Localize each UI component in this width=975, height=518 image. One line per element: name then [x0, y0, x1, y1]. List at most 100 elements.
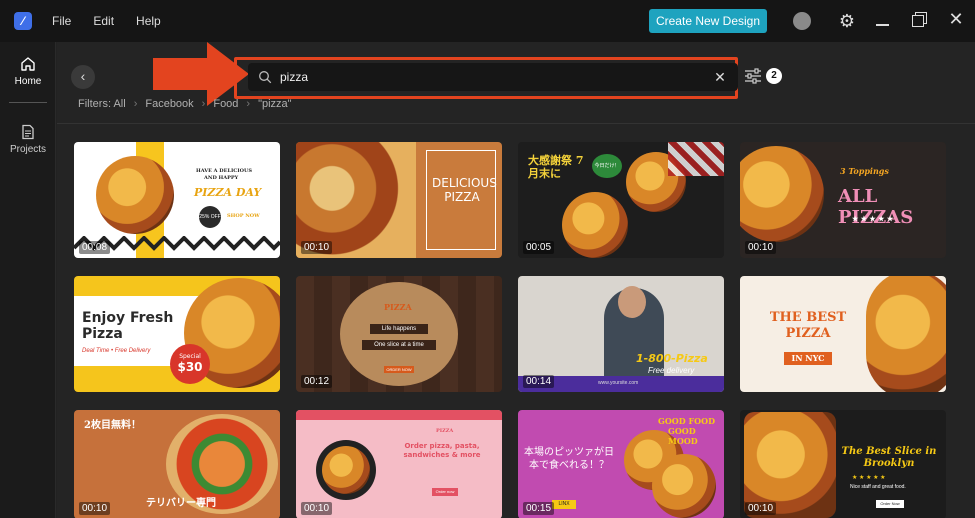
- template-card[interactable]: 3 Toppings ALL PIZZAS ★ ★ ★ ★ ★ 00:10: [740, 142, 946, 258]
- breadcrumb-filters[interactable]: Filters: All: [78, 98, 126, 110]
- duration-label: 00:08: [79, 241, 111, 254]
- duration-label: 00:14: [523, 375, 555, 388]
- sidebar: Home Projects: [0, 42, 56, 518]
- pizza-image: [562, 192, 628, 258]
- pizza-image: [96, 156, 174, 234]
- card-line: Free delivery: [648, 366, 695, 375]
- pizza-image: [866, 276, 946, 392]
- card-line: ★ ★ ★ ★ ★: [852, 475, 886, 481]
- minimize-icon[interactable]: [875, 12, 891, 28]
- card-line: One slice at a time: [362, 340, 436, 350]
- template-card[interactable]: The Best Slice in Brooklyn ★ ★ ★ ★ ★ Nic…: [740, 410, 946, 518]
- card-line: $30: [177, 360, 203, 374]
- duration-label: 00:10: [301, 502, 333, 515]
- template-card[interactable]: PIZZA Order pizza, pasta, sandwiches & m…: [296, 410, 502, 518]
- card-line: HAVE A DELICIOUS: [196, 168, 252, 174]
- card-line: Special: [179, 353, 201, 360]
- sidebar-divider: [9, 102, 47, 103]
- sidebar-item-label: Projects: [9, 144, 47, 155]
- card-title: PIZZA DAY: [194, 186, 262, 199]
- create-new-design-button[interactable]: Create New Design: [649, 9, 767, 33]
- chevron-right-icon: ›: [246, 98, 251, 110]
- title-bar: ⁄ File Edit Help Create New Design ⚙ ✕: [0, 0, 975, 42]
- duration-label: 00:12: [301, 375, 333, 388]
- menu-edit[interactable]: Edit: [93, 14, 114, 28]
- chevron-right-icon: ›: [201, 98, 206, 110]
- template-card[interactable]: GOOD FOOD GOOD MOOD 本場のピッツァが日本で食べれる！？ LI…: [518, 410, 724, 518]
- avatar[interactable]: [793, 12, 811, 30]
- card-line: ★ ★ ★ ★ ★: [852, 214, 894, 223]
- card-title: 本場のピッツァが日本で食べれる！？: [524, 447, 614, 471]
- pizza-image: [740, 146, 824, 242]
- card-title: PIZZA: [384, 302, 412, 312]
- menu-help[interactable]: Help: [136, 14, 161, 28]
- menu-file[interactable]: File: [52, 14, 71, 28]
- card-title: 1-800-Pizza: [636, 352, 708, 365]
- card-line: Order Now: [876, 500, 904, 508]
- duration-label: 00:10: [79, 502, 111, 515]
- home-icon: [21, 57, 35, 71]
- card-line: Deal Time • Free Delivery: [82, 348, 151, 354]
- card-line: Order now: [432, 488, 458, 496]
- app-logo: ⁄: [14, 12, 32, 30]
- main-content: ‹ ✕ 2 Filters: All › Facebook ›: [57, 42, 975, 518]
- duration-label: 00:10: [745, 241, 777, 254]
- pizza-image: [322, 446, 370, 494]
- card-title: DELICIOUS PIZZA: [432, 176, 497, 204]
- duration-label: 00:10: [301, 241, 333, 254]
- template-card[interactable]: DELICIOUS PIZZA 00:10: [296, 142, 502, 258]
- card-line: ORDER NOW: [384, 366, 414, 373]
- discount-badge: 25% OFF: [199, 206, 221, 228]
- close-icon[interactable]: ✕: [948, 10, 964, 28]
- breadcrumb-item[interactable]: Facebook: [145, 98, 193, 110]
- card-line: テリバリー専門: [146, 498, 216, 509]
- filter-count-badge: 2: [766, 68, 782, 84]
- card-title: Enjoy Fresh Pizza: [82, 310, 174, 342]
- restore-icon[interactable]: [912, 12, 928, 28]
- menu-bar: File Edit Help: [52, 14, 161, 28]
- card-line: GOOD FOOD: [658, 416, 716, 426]
- filter-sliders-icon[interactable]: [744, 68, 762, 84]
- template-card[interactable]: PIZZA Life happens One slice at a time O…: [296, 276, 502, 392]
- promo-bubble: 今日だけ！: [592, 154, 622, 178]
- app-window: ⁄ File Edit Help Create New Design ⚙ ✕ H…: [0, 0, 975, 518]
- back-button[interactable]: ‹: [71, 65, 95, 89]
- card-title: Order pizza, pasta, sandwiches & more: [403, 442, 481, 459]
- card-title: 大感謝祭 7月末に: [528, 154, 584, 180]
- sidebar-item-label: Home: [14, 76, 42, 87]
- template-card[interactable]: 1-800-Pizza Free delivery www.yoursite.c…: [518, 276, 724, 392]
- sidebar-item-projects[interactable]: Projects: [0, 124, 56, 155]
- card-title: 2枚目無料！: [84, 420, 141, 431]
- card-line: AND HAPPY: [204, 175, 239, 181]
- document-icon: [22, 124, 34, 140]
- duration-label: 00:15: [523, 502, 555, 515]
- card-line: PIZZA: [436, 428, 454, 434]
- template-card[interactable]: 2枚目無料！ テリバリー専門 00:10: [74, 410, 280, 518]
- gear-icon[interactable]: ⚙: [837, 11, 857, 31]
- sidebar-item-home[interactable]: Home: [0, 56, 56, 87]
- breadcrumb-item[interactable]: Food: [213, 98, 238, 110]
- duration-label: 00:10: [745, 502, 777, 515]
- clear-search-icon[interactable]: ✕: [710, 69, 730, 86]
- scallop-top: [296, 410, 502, 420]
- template-card[interactable]: 大感謝祭 7月末に 今日だけ！ 00:05: [518, 142, 724, 258]
- template-card[interactable]: THE BEST PIZZA IN NYC: [740, 276, 946, 392]
- pizza-image: [652, 454, 716, 518]
- card-line: SHOP NOW: [227, 213, 260, 219]
- search-input[interactable]: [280, 70, 710, 84]
- card-line: Nice staff and great food.: [850, 484, 906, 490]
- price-badge: Special $30: [170, 344, 210, 384]
- card-line: IN NYC: [784, 352, 832, 365]
- breadcrumb: Filters: All › Facebook › Food › "pizza": [78, 98, 292, 110]
- card-line: GOOD MOOD: [668, 426, 698, 446]
- card-line: 3 Toppings: [840, 166, 889, 176]
- card-line: LINX: [552, 500, 576, 509]
- divider: [57, 123, 975, 124]
- card-line: Life happens: [370, 324, 428, 334]
- template-card[interactable]: HAVE A DELICIOUS AND HAPPY PIZZA DAY 25%…: [74, 142, 280, 258]
- breadcrumb-item[interactable]: "pizza": [258, 98, 292, 110]
- chevron-right-icon: ›: [133, 98, 138, 110]
- checkered-cloth: [668, 142, 724, 176]
- person-head: [618, 286, 646, 318]
- template-card[interactable]: Enjoy Fresh Pizza Deal Time • Free Deliv…: [74, 276, 280, 392]
